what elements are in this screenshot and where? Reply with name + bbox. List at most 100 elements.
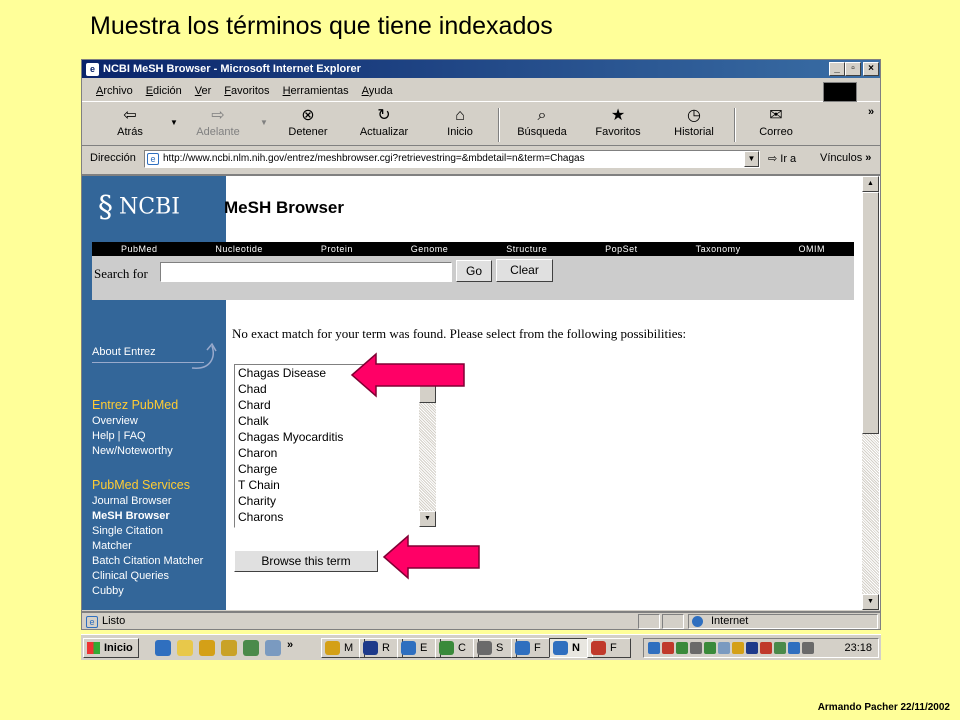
page-scrollbar[interactable]: ▲ ▼ (862, 176, 879, 610)
menu-favoritos[interactable]: Favoritos (224, 85, 269, 97)
mail-icon: ✉ (769, 107, 783, 124)
tray-icon[interactable] (732, 642, 744, 654)
volume-icon[interactable] (802, 642, 814, 654)
quicklaunch-more-icon[interactable]: » (287, 639, 293, 651)
address-label: Dirección (90, 152, 136, 164)
menu-edicion[interactable]: Edición (146, 85, 182, 97)
history-icon: ◷ (687, 107, 701, 124)
nav-popset[interactable]: PopSet (605, 244, 638, 254)
tray-icon[interactable] (774, 642, 786, 654)
go-to-button[interactable]: ⇨ Ir a (768, 152, 796, 165)
tray-icon[interactable] (760, 642, 772, 654)
system-tray: 23:18 (643, 638, 879, 658)
mail-button[interactable]: ✉ Correo (746, 106, 806, 144)
tray-icon[interactable] (648, 642, 660, 654)
page-status-icon: e (86, 616, 98, 628)
back-dropdown-icon[interactable]: ▼ (170, 118, 178, 127)
menu-herramientas[interactable]: Herramientas (283, 85, 349, 97)
list-item[interactable]: Chard (235, 397, 437, 413)
home-button[interactable]: ⌂ Inicio (430, 106, 490, 144)
clear-button[interactable]: Clear (496, 259, 553, 282)
search-quicklaunch-icon[interactable] (265, 640, 281, 656)
globe-icon (692, 616, 703, 627)
status-panel (638, 614, 660, 629)
scroll-down-icon[interactable]: ▼ (419, 511, 436, 527)
ie-logo-icon: e (86, 62, 99, 76)
close-button[interactable]: × (863, 62, 879, 76)
task-button[interactable]: F (587, 638, 631, 658)
browser-window: e NCBI MeSH Browser - Microsoft Internet… (81, 59, 881, 612)
sidebar-about-entrez[interactable]: About Entrez (92, 346, 156, 358)
nav-structure[interactable]: Structure (506, 244, 547, 254)
go-button[interactable]: Go (456, 260, 492, 282)
ncbi-nav-bar: PubMed Nucleotide Protein Genome Structu… (92, 242, 854, 256)
nav-taxonomy[interactable]: Taxonomy (696, 244, 741, 254)
window-titlebar[interactable]: e NCBI MeSH Browser - Microsoft Internet… (82, 60, 880, 78)
toolbar: ⇦ Atrás ▼ ⇨ Adelante ▼ ⊗ Detener ↻ Actualiza… (82, 104, 880, 146)
sidebar-item-single-citation[interactable]: Single Citation (92, 525, 163, 537)
search-input[interactable] (160, 262, 452, 282)
tray-icon[interactable] (788, 642, 800, 654)
refresh-button[interactable]: ↻ Actualizar (354, 106, 414, 144)
sidebar-item-batch-citation-matcher[interactable]: Batch Citation Matcher (92, 555, 203, 567)
sidebar-item-mesh-browser[interactable]: MeSH Browser (92, 510, 170, 522)
tray-icon[interactable] (718, 642, 730, 654)
status-text: Listo (102, 615, 126, 627)
zone-panel: Internet (688, 614, 878, 629)
nav-nucleotide[interactable]: Nucleotide (215, 244, 263, 254)
list-item[interactable]: T Chain (235, 477, 437, 493)
tray-icon[interactable] (746, 642, 758, 654)
sidebar-item-overview[interactable]: Overview (92, 415, 138, 427)
tray-icon[interactable] (676, 642, 688, 654)
scroll-down-icon[interactable]: ▼ (862, 594, 879, 610)
list-item[interactable]: Charon (235, 445, 437, 461)
browse-term-button[interactable]: Browse this term (234, 550, 378, 572)
address-dropdown-icon[interactable]: ▼ (744, 151, 759, 167)
search-icon: ⌕ (537, 107, 547, 124)
list-item[interactable]: Charons (235, 509, 437, 525)
menu-ver[interactable]: Ver (195, 85, 212, 97)
clock: 23:18 (844, 642, 872, 654)
nav-genome[interactable]: Genome (411, 244, 449, 254)
page-scroll-thumb[interactable] (862, 192, 879, 434)
links-button[interactable]: Vínculos » (820, 152, 871, 164)
menu-ayuda[interactable]: Ayuda (362, 85, 393, 97)
ncbi-logo[interactable]: § NCBI (98, 190, 180, 225)
menu-archivo[interactable]: Archivo (96, 85, 133, 97)
nav-protein[interactable]: Protein (321, 244, 353, 254)
back-button[interactable]: ⇦ Atrás (100, 106, 160, 144)
start-button[interactable]: Inicio (83, 638, 139, 658)
folder-quicklaunch-icon[interactable] (221, 640, 237, 656)
nav-pubmed[interactable]: PubMed (121, 244, 158, 254)
sidebar-item-clinical-queries[interactable]: Clinical Queries (92, 570, 169, 582)
stop-button[interactable]: ⊗ Detener (278, 106, 338, 144)
search-button[interactable]: ⌕ Búsqueda (512, 106, 572, 144)
tray-icon[interactable] (662, 642, 674, 654)
sidebar-item-new-noteworthy[interactable]: New/Noteworthy (92, 445, 173, 457)
list-item[interactable]: Charge (235, 461, 437, 477)
app-quicklaunch-icon[interactable] (243, 640, 259, 656)
list-item[interactable]: Charity (235, 493, 437, 509)
maximize-button[interactable]: ▫ (845, 62, 861, 76)
sidebar-item-journal-browser[interactable]: Journal Browser (92, 495, 171, 507)
favorites-button[interactable]: ★ Favoritos (588, 106, 648, 144)
address-input[interactable]: http://www.ncbi.nlm.nih.gov/entrez/meshb… (144, 150, 760, 168)
ie-quicklaunch-icon[interactable] (155, 640, 171, 656)
tray-icon[interactable] (690, 642, 702, 654)
stop-icon: ⊗ (301, 107, 315, 124)
list-item[interactable]: Chagas Myocarditis (235, 429, 437, 445)
scroll-up-icon[interactable]: ▲ (862, 176, 879, 192)
history-button[interactable]: ◷ Historial (664, 106, 724, 144)
nav-omim[interactable]: OMIM (799, 244, 826, 254)
minimize-button[interactable]: _ (829, 62, 845, 76)
sidebar-item-cubby[interactable]: Cubby (92, 585, 124, 597)
list-item[interactable]: Chalk (235, 413, 437, 429)
sidebar-item-matcher[interactable]: Matcher (92, 540, 132, 552)
app-quicklaunch-icon[interactable] (199, 640, 215, 656)
forward-button[interactable]: ⇨ Adelante (188, 106, 248, 144)
sidebar-item-help-faq[interactable]: Help | FAQ (92, 430, 146, 442)
forward-dropdown-icon[interactable]: ▼ (260, 118, 268, 127)
outlook-quicklaunch-icon[interactable] (177, 640, 193, 656)
toolbar-more-icon[interactable]: » (868, 106, 874, 118)
tray-icon[interactable] (704, 642, 716, 654)
